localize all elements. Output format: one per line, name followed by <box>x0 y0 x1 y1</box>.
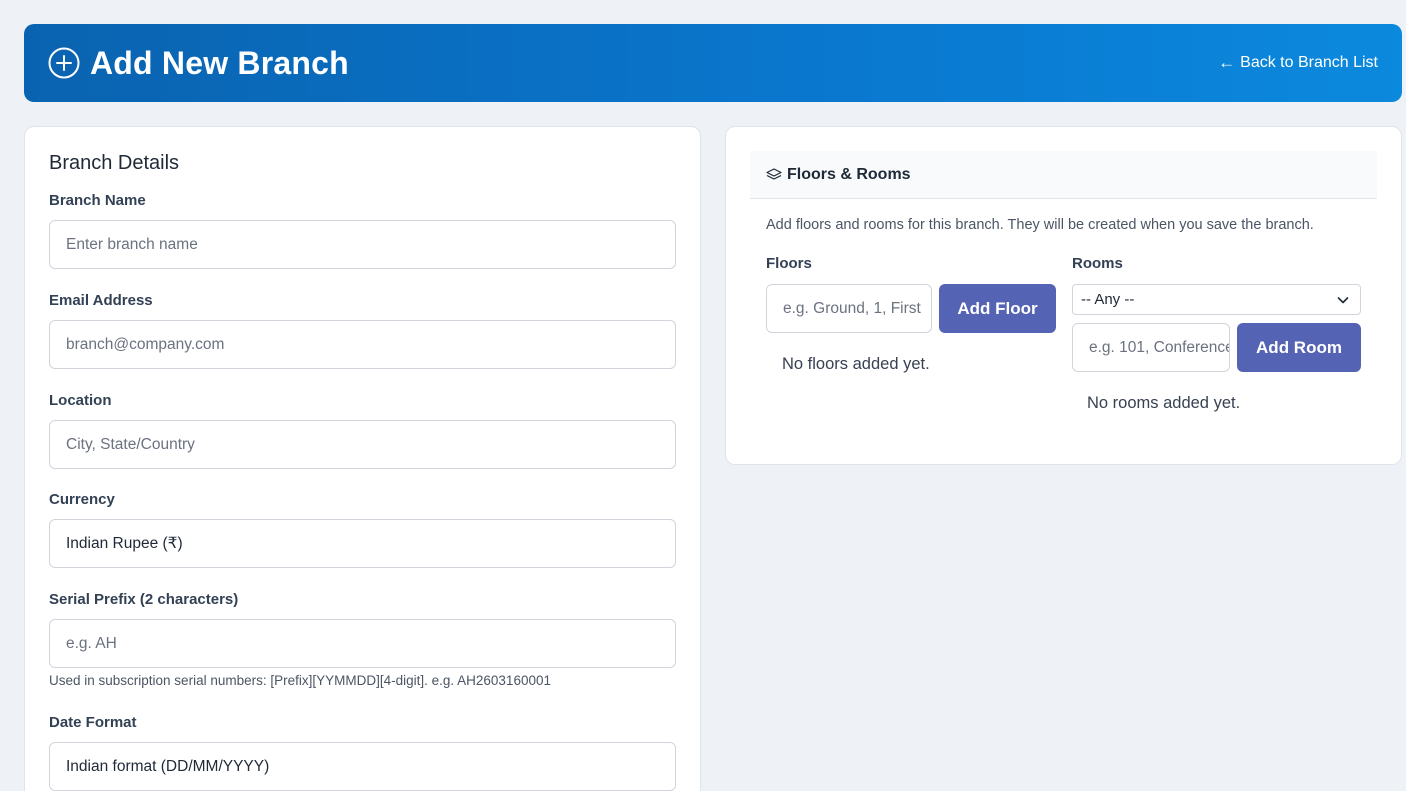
chevron-down-icon <box>1337 296 1349 303</box>
email-group: Email Address branch@company.com <box>49 292 676 369</box>
floor-name-placeholder: e.g. Ground, 1, First <box>783 299 921 317</box>
email-input[interactable]: branch@company.com <box>49 320 676 369</box>
add-floor-button[interactable]: Add Floor <box>939 284 1056 333</box>
back-link-label: Back to Branch List <box>1240 54 1378 71</box>
rooms-empty-message: No rooms added yet. <box>1087 394 1241 412</box>
floors-empty-message: No floors added yet. <box>782 355 930 373</box>
location-label: Location <box>49 392 112 409</box>
location-input[interactable]: City, State/Country <box>49 420 676 469</box>
date-format-group: Date Format Indian format (DD/MM/YYYY) <box>49 714 676 791</box>
layers-icon <box>766 167 782 180</box>
currency-group: Currency Indian Rupee (₹) <box>49 491 676 568</box>
add-room-label: Add Room <box>1256 337 1342 357</box>
date-format-label: Date Format <box>49 714 137 731</box>
serial-prefix-help: Used in subscription serial numbers: [Pr… <box>49 673 551 688</box>
serial-prefix-input[interactable]: e.g. AH <box>49 619 676 668</box>
page-title: Add New Branch <box>90 44 349 81</box>
page-title-group: Add New Branch <box>48 45 349 82</box>
serial-prefix-label: Serial Prefix (2 characters) <box>49 591 239 608</box>
email-label: Email Address <box>49 292 153 309</box>
branch-name-placeholder: Enter branch name <box>66 235 198 253</box>
date-format-select[interactable]: Indian format (DD/MM/YYYY) <box>49 742 676 791</box>
floors-rooms-description: Add floors and rooms for this branch. Th… <box>766 217 1314 233</box>
date-format-value: Indian format (DD/MM/YYYY) <box>66 757 270 775</box>
page-header: Add New Branch ← Back to Branch List <box>24 24 1402 102</box>
room-floor-select-value: -- Any -- <box>1081 291 1135 308</box>
currency-value: Indian Rupee (₹) <box>66 535 183 552</box>
serial-prefix-placeholder: e.g. AH <box>66 634 117 652</box>
room-floor-select[interactable]: -- Any -- <box>1072 284 1361 315</box>
location-placeholder: City, State/Country <box>66 435 195 453</box>
floors-rooms-title: Floors & Rooms <box>787 165 911 183</box>
plus-circle-icon <box>48 47 80 79</box>
room-name-placeholder: e.g. 101, Conference <box>1089 338 1230 356</box>
floor-name-input[interactable]: e.g. Ground, 1, First <box>766 284 932 333</box>
branch-details-card: Branch Details Branch Name Enter branch … <box>24 126 701 791</box>
rooms-label: Rooms <box>1072 255 1123 272</box>
serial-prefix-group: Serial Prefix (2 characters) e.g. AH Use… <box>49 591 676 688</box>
branch-name-input[interactable]: Enter branch name <box>49 220 676 269</box>
add-room-button[interactable]: Add Room <box>1237 323 1361 372</box>
arrow-left-icon: ← <box>1218 53 1236 72</box>
floors-rooms-header: Floors & Rooms <box>750 151 1377 199</box>
floors-label: Floors <box>766 255 812 272</box>
add-floor-label: Add Floor <box>957 298 1038 318</box>
branch-details-title: Branch Details <box>49 152 180 174</box>
back-to-branch-list-link[interactable]: ← Back to Branch List <box>1218 53 1378 73</box>
currency-select[interactable]: Indian Rupee (₹) <box>49 519 676 568</box>
location-group: Location City, State/Country <box>49 392 676 469</box>
email-placeholder: branch@company.com <box>66 335 225 353</box>
branch-name-label: Branch Name <box>49 192 146 209</box>
currency-label: Currency <box>49 491 115 508</box>
room-name-input[interactable]: e.g. 101, Conference <box>1072 323 1230 372</box>
branch-name-group: Branch Name Enter branch name <box>49 192 676 269</box>
floors-rooms-card: Floors & Rooms Add floors and rooms for … <box>725 126 1402 465</box>
